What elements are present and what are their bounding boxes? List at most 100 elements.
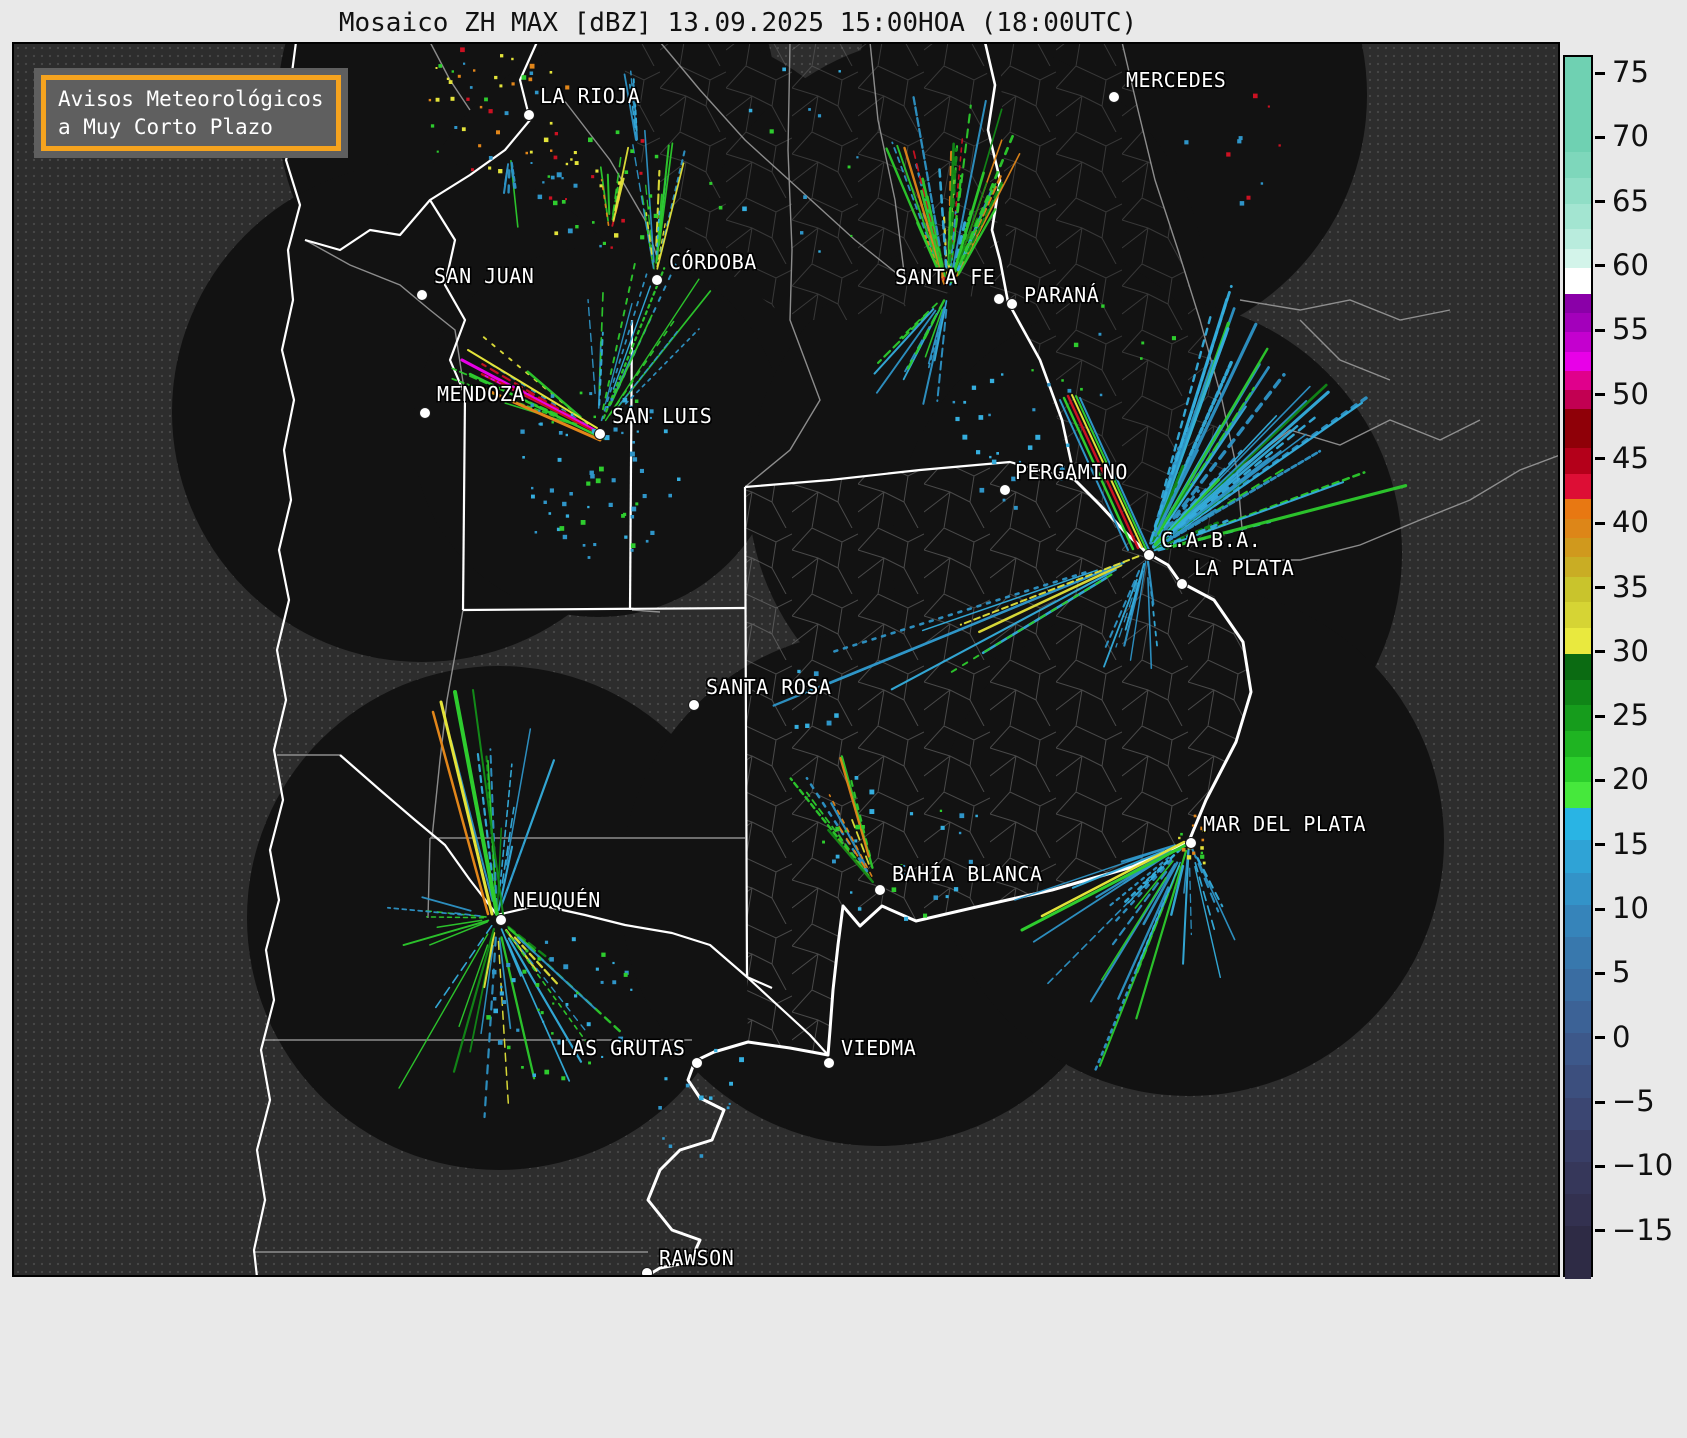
radar-product-page: Mosaico ZH MAX [dBZ] 13.09.2025 15:00HOA…: [0, 0, 1687, 1438]
colorbar-band: [1565, 1001, 1591, 1034]
colorbar-band: [1565, 557, 1591, 577]
colorbar-tick: [1595, 264, 1605, 268]
colorbar-band: [1565, 628, 1591, 654]
city-dot-pergamino: [999, 484, 1011, 496]
colorbar-tick-label: 65: [1612, 183, 1649, 218]
colorbar-band: [1565, 653, 1591, 680]
city-dot-mar-del-plata: [1185, 837, 1197, 849]
page-title: Mosaico ZH MAX [dBZ] 13.09.2025 15:00HOA…: [338, 8, 1138, 38]
colorbar-band: [1565, 229, 1591, 249]
city-label-pergamino: PERGAMINO: [1015, 460, 1128, 484]
colorbar-band: [1565, 57, 1591, 153]
colorbar-tick: [1595, 393, 1605, 397]
city-dot-mendoza: [419, 407, 431, 419]
colorbar-tick-label: 30: [1612, 633, 1649, 668]
city-label-neuqu-n: NEUQUÉN: [513, 888, 601, 912]
colorbar-band: [1565, 409, 1591, 449]
colorbar-band: [1565, 968, 1591, 1002]
city-dot-bah-a-blanca: [874, 884, 886, 896]
city-label-santa-fe: SANTA FE: [895, 265, 996, 289]
colorbar-tick: [1595, 1036, 1605, 1040]
colorbar-tick-label: 55: [1612, 312, 1649, 347]
city-dot-santa-fe: [993, 293, 1005, 305]
colorbar-band: [1565, 177, 1591, 204]
city-label-paran-: PARANÁ: [1024, 283, 1100, 307]
colorbar-band: [1565, 152, 1591, 178]
city-dot-paran-: [1006, 298, 1018, 310]
colorbar-band: [1565, 370, 1591, 391]
colorbar-band: [1565, 731, 1591, 757]
colorbar-band: [1565, 1226, 1591, 1279]
colorbar-band: [1565, 679, 1591, 706]
colorbar-band: [1565, 518, 1591, 539]
city-dot-la-rioja: [523, 109, 535, 121]
colorbar-band: [1565, 473, 1591, 500]
colorbar-band: [1565, 756, 1591, 783]
city-label-viedma: VIEDMA: [841, 1036, 917, 1060]
colorbar-tick-label: 50: [1612, 376, 1649, 411]
colorbar-band: [1565, 390, 1591, 410]
colorbar-band: [1565, 248, 1591, 268]
city-label-mercedes: MERCEDES: [1126, 68, 1227, 92]
colorbar-tick: [1595, 521, 1605, 525]
colorbar-band: [1565, 705, 1591, 732]
colorbar-band: [1565, 499, 1591, 519]
city-dot-viedma: [823, 1057, 835, 1069]
colorbar-band: [1565, 904, 1591, 937]
radar-map: Avisos Meteorológicos a Muy Corto Plazo …: [12, 42, 1560, 1277]
colorbar-tick-label: 0: [1612, 1019, 1631, 1054]
colorbar-band: [1565, 872, 1591, 905]
colorbar-tick: [1595, 907, 1605, 911]
colorbar-tick: [1595, 650, 1605, 654]
footer: Servicio Meteorológico Nacional Argentin…: [0, 1279, 1687, 1438]
city-label-la-plata: LA PLATA: [1194, 556, 1295, 580]
colorbar-tick: [1595, 328, 1605, 332]
city-dot-neuqu-n: [495, 914, 507, 926]
city-dot-santa-rosa: [688, 699, 700, 711]
city-label-bah-a-blanca: BAHÍA BLANCA: [892, 862, 1043, 886]
city-dot-c-a-b-a-: [1143, 549, 1155, 561]
city-label-san-juan: SAN JUAN: [434, 264, 535, 288]
colorbar-band: [1565, 576, 1591, 603]
colorbar-tick: [1595, 1100, 1605, 1104]
city-label-santa-rosa: SANTA ROSA: [706, 675, 832, 699]
colorbar-band: [1565, 1129, 1591, 1162]
city-label-mar-del-plata: MAR DEL PLATA: [1203, 812, 1367, 836]
colorbar-tick: [1595, 457, 1605, 461]
city-dot-mercedes: [1108, 91, 1120, 103]
colorbar-tick-label: 20: [1612, 762, 1649, 797]
colorbar-band: [1565, 1194, 1591, 1227]
city-label-san-luis: SAN LUIS: [612, 404, 713, 428]
colorbar-band: [1565, 351, 1591, 371]
colorbar-band: [1565, 293, 1591, 313]
colorbar-tick: [1595, 714, 1605, 718]
city-dot-la-plata: [1176, 578, 1188, 590]
city-label-mendoza: MENDOZA: [437, 382, 525, 406]
colorbar-band: [1565, 538, 1591, 558]
colorbar-tick-label: −5: [1612, 1084, 1655, 1119]
colorbar-band: [1565, 1065, 1591, 1098]
colorbar-band: [1565, 602, 1591, 629]
colorbar-tick-label: 10: [1612, 891, 1649, 926]
colorbar-tick: [1595, 71, 1605, 75]
city-dot-san-juan: [416, 289, 428, 301]
city-dot-c-rdoba: [651, 274, 663, 286]
colorbar-tick-label: 15: [1612, 826, 1649, 861]
colorbar-tick-label: 35: [1612, 569, 1649, 604]
city-dot-rawson: [641, 1267, 653, 1275]
colorbar-tick-label: 60: [1612, 247, 1649, 282]
dbz-colorbar: [1563, 55, 1593, 1279]
city-dot-las-grutas: [691, 1057, 703, 1069]
city-label-rawson: RAWSON: [659, 1246, 735, 1270]
colorbar-tick: [1595, 778, 1605, 782]
colorbar-band: [1565, 936, 1591, 969]
city-label-c-rdoba: CÓRDOBA: [669, 250, 757, 274]
colorbar-tick: [1595, 971, 1605, 975]
colorbar-tick: [1595, 200, 1605, 204]
colorbar-band: [1565, 782, 1591, 809]
colorbar-tick: [1595, 586, 1605, 590]
colorbar-band: [1565, 808, 1591, 841]
colorbar-tick-label: 40: [1612, 505, 1649, 540]
colorbar-tick-label: −10: [1612, 1148, 1674, 1183]
colorbar-tick-label: 75: [1612, 55, 1649, 89]
